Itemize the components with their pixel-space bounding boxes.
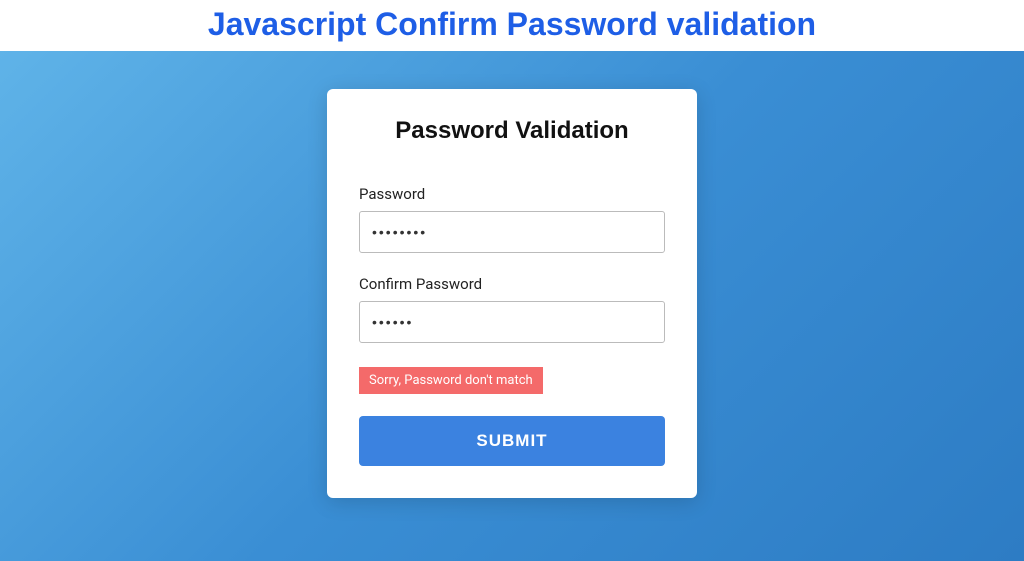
password-input[interactable] — [359, 211, 665, 253]
main-area: Password Validation Password Confirm Pas… — [0, 51, 1024, 561]
submit-button[interactable]: SUBMIT — [359, 416, 665, 466]
password-field-group: Password — [359, 185, 665, 253]
card-title: Password Validation — [359, 117, 665, 145]
error-message: Sorry, Password don't match — [359, 367, 543, 394]
page-title: Javascript Confirm Password validation — [0, 6, 1024, 43]
confirm-password-label: Confirm Password — [359, 275, 665, 293]
header-bar: Javascript Confirm Password validation — [0, 0, 1024, 51]
confirm-password-input[interactable] — [359, 301, 665, 343]
validation-card: Password Validation Password Confirm Pas… — [327, 89, 697, 498]
confirm-password-field-group: Confirm Password — [359, 275, 665, 343]
password-label: Password — [359, 185, 665, 203]
